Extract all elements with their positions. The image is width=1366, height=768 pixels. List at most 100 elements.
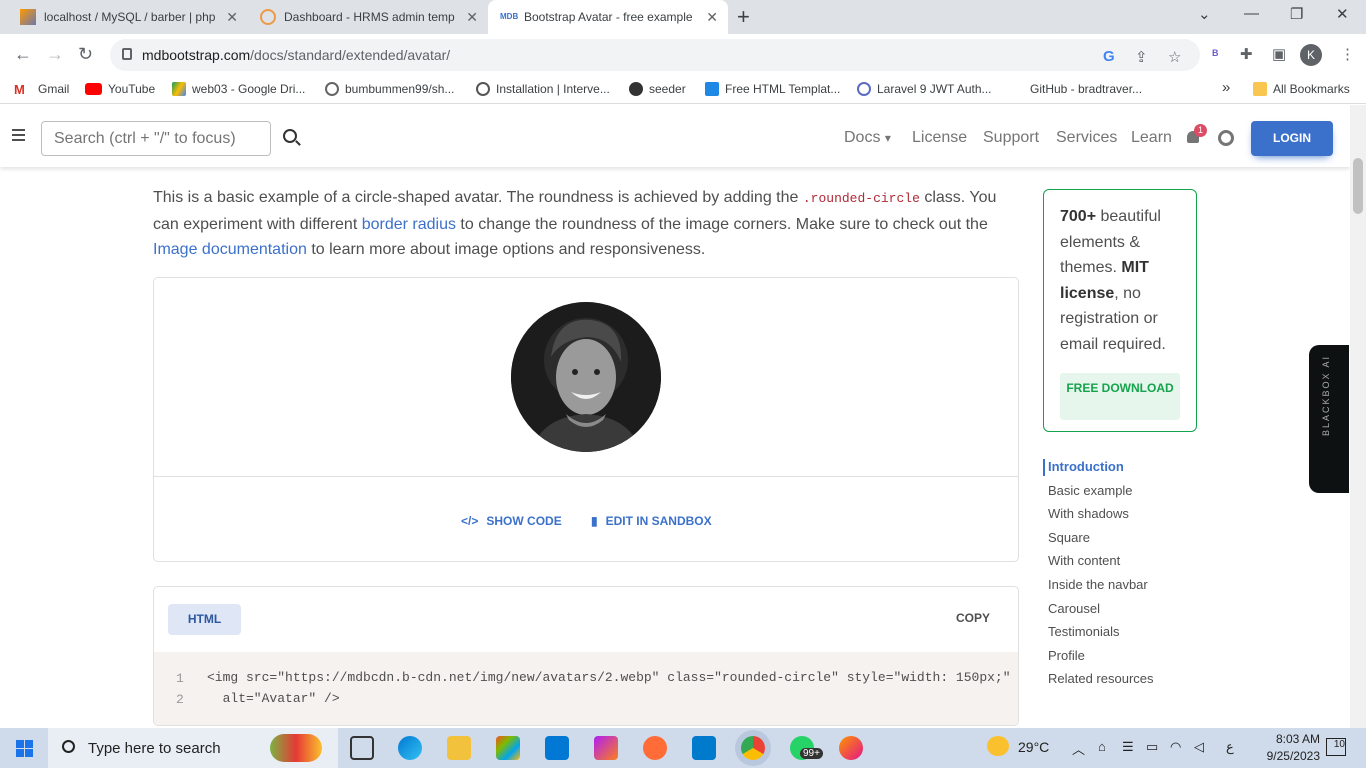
nav-label: Docs: [844, 129, 881, 146]
bookmark-installation[interactable]: Installation | Interve...: [476, 82, 610, 96]
tab-phpmyadmin[interactable]: localhost / MySQL / barber | php ✕: [8, 0, 248, 34]
wifi-icon[interactable]: ☰: [1122, 739, 1134, 755]
profile-avatar[interactable]: K: [1300, 44, 1322, 66]
border-radius-link[interactable]: border radius: [362, 216, 456, 233]
nav-services[interactable]: Services: [1056, 129, 1117, 147]
blackbox-ai-widget[interactable]: BLACKBOX AI: [1309, 345, 1349, 493]
address-bar[interactable]: mdbootstrap.com/docs/standard/extended/a…: [110, 39, 1200, 71]
extension-icon[interactable]: B: [1212, 48, 1219, 58]
bookmark-youtube[interactable]: YouTube: [85, 82, 155, 96]
phpstorm-icon[interactable]: [594, 736, 618, 760]
network-device-icon[interactable]: ⌂: [1098, 739, 1106, 754]
bookmark-gmail[interactable]: M Gmail: [14, 82, 69, 97]
toc-item-related-resources[interactable]: Related resources: [1048, 671, 1154, 686]
input-language[interactable]: ع: [1226, 739, 1234, 755]
bookmark-github-repo[interactable]: bumbummen99/sh...: [325, 82, 454, 96]
reload-icon[interactable]: ↻: [78, 44, 93, 65]
search-highlight-icon[interactable]: [270, 734, 322, 762]
tab-search-icon[interactable]: ⌄: [1198, 5, 1211, 23]
login-button[interactable]: LOGIN: [1251, 121, 1333, 156]
puzzle-icon[interactable]: ✚: [1240, 45, 1253, 63]
hamburger-icon[interactable]: [12, 129, 25, 141]
toc-item-with-shadows[interactable]: With shadows: [1048, 506, 1129, 521]
all-bookmarks[interactable]: All Bookmarks: [1253, 82, 1350, 96]
chrome-icon[interactable]: [741, 736, 765, 760]
menu-icon[interactable]: ⋮: [1340, 45, 1355, 63]
volume-icon[interactable]: ◁: [1194, 739, 1204, 755]
github-icon[interactable]: [1218, 130, 1234, 146]
bookmarks-bar: M Gmail YouTube web03 - Google Dri... bum…: [0, 76, 1366, 104]
weather-temp[interactable]: 29°C: [1018, 739, 1049, 755]
gmail-icon: M: [14, 82, 25, 97]
restore-button[interactable]: ❐: [1290, 5, 1303, 23]
toc-item-profile[interactable]: Profile: [1048, 648, 1085, 663]
bookmark-label: seeder: [649, 82, 686, 96]
edit-in-sandbox-button[interactable]: ▮ EDIT IN SANDBOX: [591, 514, 712, 528]
nav-docs[interactable]: Docs ▾: [844, 129, 891, 147]
nav-license[interactable]: License: [912, 129, 967, 147]
tab-mdb-avatar[interactable]: MDB Bootstrap Avatar - free example ✕: [488, 0, 728, 34]
chevron-up-icon[interactable]: ︿: [1072, 739, 1085, 758]
page-scrollbar[interactable]: [1350, 105, 1366, 728]
clock-time: 8:03 AM: [1275, 732, 1320, 746]
bookmark-github-bradtraversy[interactable]: GitHub - bradtraver...: [1030, 82, 1142, 96]
demo-preview: [154, 278, 1018, 477]
bookmarks-overflow[interactable]: »: [1222, 79, 1230, 96]
close-icon[interactable]: ✕: [466, 9, 478, 26]
minimize-button[interactable]: —: [1244, 5, 1259, 22]
battery-icon[interactable]: ▭: [1146, 739, 1158, 755]
free-download-button[interactable]: FREE DOWNLOAD: [1060, 373, 1180, 420]
store-icon[interactable]: [496, 736, 520, 760]
tab-html[interactable]: HTML: [168, 604, 241, 635]
image-docs-link[interactable]: Image documentation: [153, 241, 307, 258]
firefox-icon[interactable]: [839, 736, 863, 760]
vscode-icon[interactable]: [692, 736, 716, 760]
code-icon: </>: [461, 514, 479, 528]
show-code-button[interactable]: </> SHOW CODE: [461, 514, 562, 528]
sidepanel-icon[interactable]: ▣: [1272, 45, 1286, 63]
close-window-button[interactable]: ✕: [1336, 5, 1349, 23]
toc-item-introduction[interactable]: Introduction: [1048, 459, 1124, 474]
toc-item-inside-navbar[interactable]: Inside the navbar: [1048, 577, 1148, 592]
edge-icon[interactable]: [398, 736, 422, 760]
tab-hrms[interactable]: Dashboard - HRMS admin temp ✕: [248, 0, 488, 34]
nav-support[interactable]: Support: [983, 129, 1039, 147]
close-icon[interactable]: ✕: [706, 9, 718, 26]
bookmark-seeder[interactable]: seeder: [629, 82, 686, 96]
new-tab-button[interactable]: +: [737, 4, 750, 30]
globe-icon: [629, 82, 643, 96]
star-icon[interactable]: ☆: [1168, 48, 1181, 66]
share-icon[interactable]: ⇪: [1135, 48, 1148, 66]
search-input[interactable]: [41, 121, 271, 156]
bookmark-html-templates[interactable]: Free HTML Templat...: [705, 82, 840, 96]
clock[interactable]: 8:03 AM 9/25/2023: [1258, 731, 1320, 765]
copy-button[interactable]: COPY: [956, 611, 990, 625]
bookmark-drive[interactable]: web03 - Google Dri...: [172, 82, 305, 96]
toc-item-carousel[interactable]: Carousel: [1048, 601, 1100, 616]
bookmark-laravel-jwt[interactable]: Laravel 9 JWT Auth...: [857, 82, 992, 96]
nav-learn[interactable]: Learn: [1131, 129, 1172, 147]
wifi-signal-icon[interactable]: ◠: [1170, 739, 1181, 755]
search-icon: [62, 740, 75, 753]
task-view-icon[interactable]: [350, 736, 374, 760]
toc-item-with-content[interactable]: With content: [1048, 553, 1120, 568]
windows-start-icon[interactable]: [16, 740, 33, 757]
file-explorer-icon[interactable]: [447, 736, 471, 760]
back-icon[interactable]: ←: [14, 44, 32, 65]
close-icon[interactable]: ✕: [226, 9, 238, 26]
search-icon[interactable]: [283, 129, 297, 143]
google-icon[interactable]: G: [1103, 48, 1115, 65]
whatsapp-badge: 99+: [800, 748, 823, 759]
postman-icon[interactable]: [643, 736, 667, 760]
mail-icon[interactable]: [545, 736, 569, 760]
forward-icon[interactable]: →: [46, 44, 64, 65]
toc-item-square[interactable]: Square: [1048, 530, 1090, 545]
button-label: SHOW CODE: [486, 514, 562, 528]
toc-item-basic-example[interactable]: Basic example: [1048, 483, 1133, 498]
notification-center-icon[interactable]: 10: [1326, 738, 1346, 756]
notification-badge: 1: [1194, 124, 1207, 137]
scrollbar-thumb[interactable]: [1353, 158, 1363, 214]
line-number: 1: [176, 671, 184, 686]
weather-icon[interactable]: [987, 736, 1009, 756]
toc-item-testimonials[interactable]: Testimonials: [1048, 624, 1120, 639]
